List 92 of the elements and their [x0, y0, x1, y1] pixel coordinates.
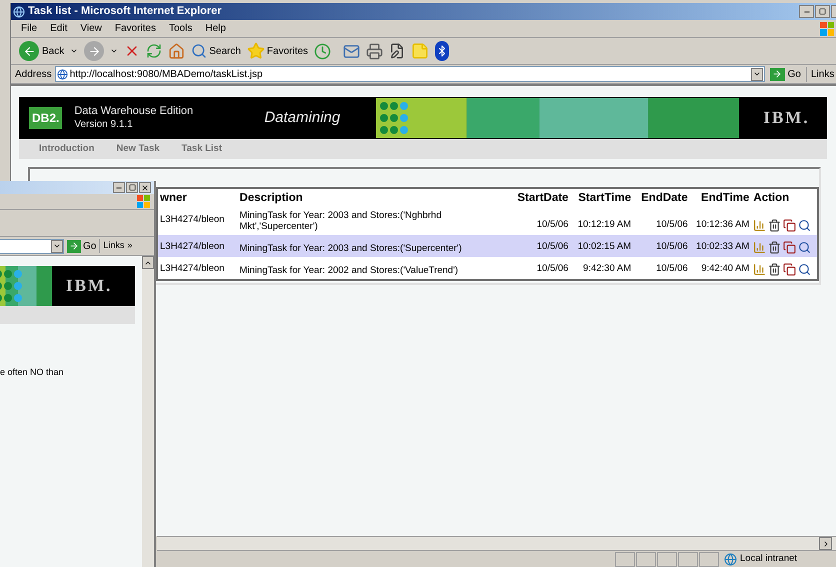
- links-button[interactable]: Links: [99, 239, 124, 253]
- search-icon: [191, 43, 208, 59]
- delete-icon[interactable]: [768, 241, 782, 254]
- menu-item[interactable]: Tools: [168, 21, 192, 36]
- links-button[interactable]: Links: [806, 66, 836, 82]
- table-cell-text: 10:02:15 AM: [576, 240, 632, 254]
- nav-link[interactable]: Introduction: [39, 142, 94, 156]
- product-name: Data Warehouse Edition: [74, 105, 194, 118]
- table-cell-text: 10/5/06: [536, 262, 570, 276]
- product-version: Version 9.1.1: [74, 118, 134, 131]
- horizontal-scrollbar[interactable]: [157, 536, 836, 550]
- browser-icon: [13, 6, 25, 18]
- search-icon[interactable]: [798, 263, 812, 276]
- column-header: StartTime: [577, 190, 632, 206]
- scroll-up-icon[interactable]: [142, 256, 154, 269]
- table-cell-text: 10:02:33 AM: [695, 240, 750, 254]
- table-cell-text: 9:42:30 AM: [582, 262, 632, 276]
- copy-icon[interactable]: [783, 219, 796, 232]
- ibm-logo: IBM.: [66, 275, 112, 298]
- search-button[interactable]: Search: [191, 43, 241, 59]
- table-cell-text: MiningTask for Year: 2003 and Stores:('Supercenter'): [238, 243, 463, 254]
- menu-item[interactable]: Edit: [50, 21, 68, 36]
- address-field[interactable]: [0, 238, 64, 254]
- table-cell-text: 10:12:36 AM: [695, 218, 750, 232]
- column-header: StartDate: [516, 190, 570, 206]
- column-header: EndTime: [700, 190, 750, 206]
- windows-logo-icon: [137, 195, 150, 208]
- menu-item[interactable]: Help: [205, 21, 226, 36]
- address-field[interactable]: http://localhost:9080/MBADemo/taskList.jsp: [54, 66, 765, 82]
- column-header: wner: [159, 190, 188, 206]
- copy-icon[interactable]: [783, 241, 796, 254]
- menu-item[interactable]: View: [80, 21, 102, 36]
- nav-link[interactable]: Task List: [182, 142, 222, 156]
- back-icon: [19, 41, 39, 61]
- ibm-logo: IBM.: [763, 107, 810, 130]
- address-value: http://localhost:9080/MBADemo/taskList.jsp: [70, 68, 264, 82]
- column-header: Action: [752, 190, 790, 206]
- table-cell-text: L3H4274/bleon: [159, 262, 226, 276]
- minimize-button[interactable]: [799, 5, 814, 18]
- windows-logo-icon: [820, 22, 834, 36]
- search-icon[interactable]: [798, 219, 812, 232]
- dropdown-icon[interactable]: [110, 47, 118, 55]
- table-cell-text: MiningTask for Year: 2002 and Stores:('ValueTrend'): [238, 265, 460, 276]
- bluetooth-icon[interactable]: [435, 41, 450, 61]
- db2-badge: DB2.: [29, 107, 62, 129]
- network-icon: [724, 552, 737, 566]
- mosaic-banner-image: [0, 266, 52, 306]
- table-cell-text: MiningTask for Year: 2003 and Stores:('Nghbrhd Mkt','Supercenter'): [238, 209, 442, 232]
- more-chevron[interactable]: »: [127, 239, 132, 253]
- dropdown-icon[interactable]: [70, 47, 78, 55]
- maximize-icon: [819, 8, 826, 15]
- column-header: EndDate: [640, 190, 689, 206]
- star-icon: [246, 42, 265, 60]
- window-title: Task list - Microsoft Internet Explorer: [28, 4, 222, 20]
- table-cell-text: 9:42:40 AM: [700, 262, 750, 276]
- minimize-button[interactable]: [113, 182, 125, 193]
- go-button[interactable]: Go: [768, 66, 803, 82]
- status-zone: Local intranet: [740, 552, 798, 566]
- go-button[interactable]: Go: [67, 238, 96, 254]
- scroll-right-icon[interactable]: [819, 537, 832, 550]
- maximize-icon: [128, 184, 136, 191]
- delete-icon[interactable]: [768, 263, 782, 276]
- module-title: Datamining: [264, 108, 342, 128]
- table-row[interactable]: L3H4274/bleon MiningTask for Year: 2003 and Stores:('Supercenter') 10/5/06 10:02:15 AM 10/5/06 10:02:33 AM: [158, 235, 817, 257]
- favorites-button[interactable]: Favorites: [246, 42, 308, 60]
- address-label: Address: [15, 68, 52, 82]
- table-cell-text: 10/5/06: [655, 218, 689, 232]
- table-cell-text: 10/5/06: [536, 240, 570, 254]
- table-cell-text: 10/5/06: [655, 262, 689, 276]
- page-icon: [56, 68, 68, 80]
- edit-icon[interactable]: [389, 43, 406, 59]
- vertical-scrollbar[interactable]: [142, 256, 154, 567]
- menu-item[interactable]: Favorites: [114, 21, 156, 36]
- mail-icon[interactable]: [343, 42, 360, 60]
- close-button[interactable]: [139, 182, 151, 193]
- column-header: Description: [238, 190, 304, 206]
- table-cell-text: 10:12:19 AM: [576, 218, 632, 232]
- page-text: e often NO than: [0, 366, 65, 379]
- print-icon[interactable]: [366, 42, 384, 60]
- back-button[interactable]: Back: [19, 41, 64, 61]
- table-cell-text: L3H4274/bleon: [159, 240, 226, 254]
- nav-link[interactable]: New Task: [116, 142, 160, 156]
- close-icon: [141, 184, 149, 192]
- menu-item[interactable]: File: [21, 21, 38, 36]
- maximize-button[interactable]: [126, 182, 138, 193]
- copy-icon[interactable]: [783, 263, 796, 276]
- table-cell-text: 10/5/06: [655, 240, 689, 254]
- table-cell-text: L3H4274/bleon: [159, 212, 226, 227]
- table-cell-text: 10/5/06: [536, 218, 570, 232]
- search-icon[interactable]: [798, 241, 812, 254]
- maximize-button[interactable]: [815, 5, 830, 18]
- delete-icon[interactable]: [768, 219, 782, 232]
